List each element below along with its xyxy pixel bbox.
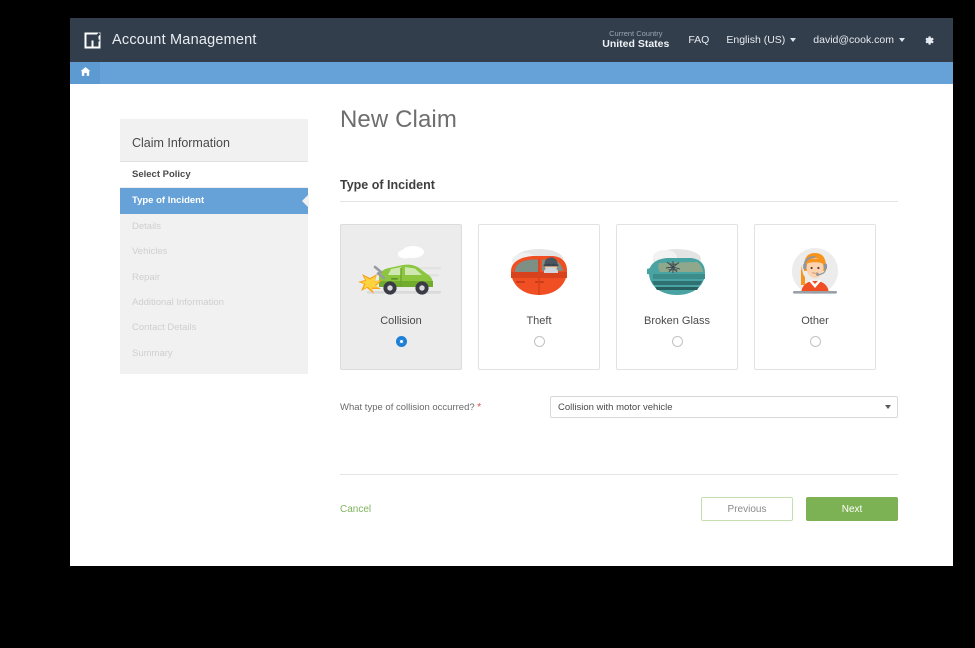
page-title: New Claim [340, 106, 898, 134]
collision-type-label-text: What type of collision occurred? [340, 402, 475, 413]
incident-type-options: Collision [340, 224, 898, 370]
sidebar-title: Claim Information [120, 119, 308, 162]
sidebar-item-additional-information[interactable]: Additional Information [120, 290, 308, 315]
sidebar-item-details[interactable]: Details [120, 214, 308, 239]
footer-divider [340, 474, 898, 475]
header-right: Current Country United States FAQ Englis… [602, 30, 935, 51]
option-label-other: Other [801, 315, 829, 327]
content-area: Claim Information Select Policy Type of … [70, 84, 953, 566]
car-theft-illustration [495, 241, 583, 307]
current-country-label: Current Country [602, 30, 669, 39]
option-card-theft[interactable]: Theft [478, 224, 600, 370]
required-marker: * [477, 402, 481, 413]
home-icon [80, 65, 91, 81]
breadcrumb-bar [70, 62, 953, 84]
app-window: Account Management Current Country Unite… [70, 18, 953, 566]
collision-type-select[interactable]: Collision with motor vehicle [550, 396, 898, 418]
language-label: English (US) [726, 34, 785, 46]
gear-icon[interactable] [922, 34, 935, 47]
form-footer: Cancel Previous Next [340, 497, 898, 521]
chevron-down-icon [899, 38, 905, 42]
sidebar-item-select-policy[interactable]: Select Policy [120, 162, 308, 188]
option-radio-other[interactable] [810, 336, 821, 347]
collision-type-label: What type of collision occurred? * [340, 402, 550, 413]
sidebar-item-vehicles[interactable]: Vehicles [120, 239, 308, 264]
claim-sidebar: Claim Information Select Policy Type of … [120, 119, 308, 374]
option-radio-theft[interactable] [534, 336, 545, 347]
current-country-value: United States [602, 38, 669, 50]
sidebar-item-contact-details[interactable]: Contact Details [120, 315, 308, 340]
sidebar-item-type-of-incident[interactable]: Type of Incident [120, 188, 308, 213]
g-logo-icon [84, 32, 101, 49]
top-header: Account Management Current Country Unite… [70, 18, 953, 62]
option-card-other[interactable]: Other [754, 224, 876, 370]
screen: Account Management Current Country Unite… [0, 0, 975, 648]
previous-button[interactable]: Previous [701, 497, 793, 521]
footer-actions: Previous Next [701, 497, 898, 521]
option-label-theft: Theft [526, 315, 551, 327]
brand[interactable]: Account Management [84, 32, 257, 49]
home-button[interactable] [70, 62, 100, 84]
broken-windshield-illustration [633, 241, 721, 307]
app-title: Account Management [112, 32, 257, 48]
section-divider [340, 201, 898, 202]
option-radio-broken-glass[interactable] [672, 336, 683, 347]
cancel-button[interactable]: Cancel [340, 504, 371, 515]
collision-type-row: What type of collision occurred? * Colli… [340, 396, 898, 418]
sidebar-item-repair[interactable]: Repair [120, 265, 308, 290]
faq-label: FAQ [688, 34, 709, 46]
account-menu[interactable]: david@cook.com [813, 34, 905, 46]
section-title: Type of Incident [340, 178, 898, 192]
sidebar-item-summary[interactable]: Summary [120, 341, 308, 366]
car-collision-illustration [357, 241, 445, 307]
option-label-collision: Collision [380, 315, 422, 327]
sidebar-nav: Select Policy Type of Incident Details V… [120, 162, 308, 366]
main-column: New Claim Type of Incident [340, 106, 898, 521]
option-card-broken-glass[interactable]: Broken Glass [616, 224, 738, 370]
chevron-down-icon [790, 38, 796, 42]
faq-link[interactable]: FAQ [688, 34, 709, 46]
support-agent-illustration [771, 241, 859, 307]
language-selector[interactable]: English (US) [726, 34, 796, 46]
collision-type-select-wrap: Collision with motor vehicle [550, 396, 898, 418]
option-card-collision[interactable]: Collision [340, 224, 462, 370]
account-label: david@cook.com [813, 34, 894, 46]
option-radio-collision[interactable] [396, 336, 407, 347]
option-label-broken-glass: Broken Glass [644, 315, 710, 327]
current-country[interactable]: Current Country United States [602, 30, 671, 51]
next-button[interactable]: Next [806, 497, 898, 521]
